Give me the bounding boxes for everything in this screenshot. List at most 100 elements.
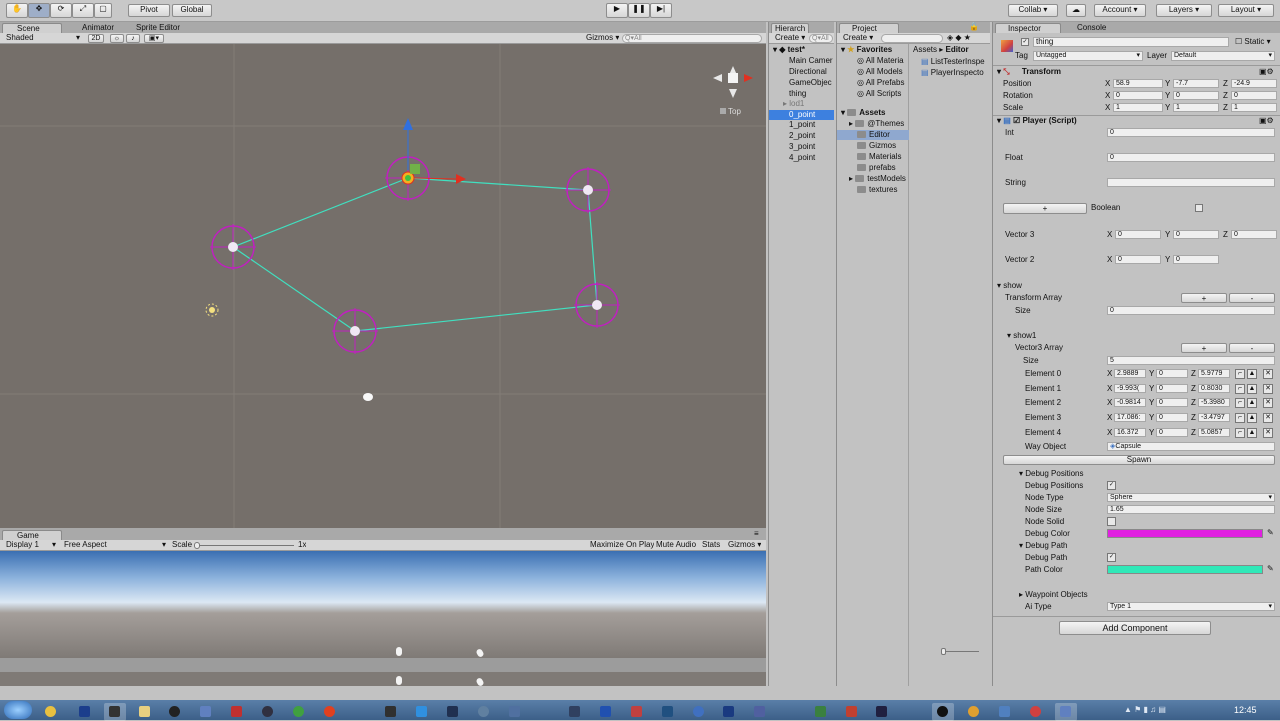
debug-path-checkbox[interactable]: ✓ [1107, 553, 1116, 562]
taskbar-app-icon[interactable] [994, 703, 1016, 721]
tab-project[interactable]: Project [839, 23, 899, 33]
element-insert-button[interactable]: ⌐ [1235, 413, 1245, 423]
element-move-up-button[interactable]: ▲ [1247, 398, 1257, 408]
vector3-array-remove-button[interactable]: - [1229, 343, 1275, 353]
hierarchy-item-thing[interactable]: thing [789, 89, 834, 99]
aspect-dropdown[interactable]: Free Aspect ▾ [64, 540, 168, 550]
element-delete-button[interactable]: ✕ [1263, 384, 1273, 394]
element-insert-button[interactable]: ⌐ [1235, 398, 1245, 408]
hierarchy-item-0-point[interactable]: 0_point [769, 110, 834, 120]
taskbar-app-icon[interactable] [564, 703, 586, 721]
scale-x-field[interactable]: 1 [1113, 103, 1163, 112]
position-x-field[interactable]: 58.9 [1113, 79, 1163, 88]
folder-item-selected[interactable]: Editor [837, 130, 909, 140]
icon-size-slider[interactable] [941, 648, 979, 655]
tab-sprite-editor[interactable]: Sprite Editor [136, 23, 206, 33]
collab-button[interactable]: Collab ▾ [1008, 4, 1058, 17]
element-delete-button[interactable]: ✕ [1263, 369, 1273, 379]
taskbar-app-icon[interactable] [380, 703, 402, 721]
pause-button[interactable]: ❚❚ [628, 3, 650, 18]
rotation-y-field[interactable]: 0 [1173, 91, 1219, 100]
light-icon[interactable] [205, 303, 219, 317]
int-field[interactable]: 0 [1107, 128, 1275, 137]
element-delete-button[interactable]: ✕ [1263, 413, 1273, 423]
taskbar-app-icon[interactable] [411, 703, 433, 721]
add-component-button[interactable]: Add Component [1059, 621, 1211, 635]
element-x-field[interactable]: -9.993( [1114, 384, 1146, 393]
element-move-up-button[interactable]: ▲ [1247, 413, 1257, 423]
maximize-on-play-toggle[interactable]: Maximize On Play [590, 540, 654, 550]
taskbar-app-icon[interactable] [932, 703, 954, 721]
play-button[interactable]: ▶ [606, 3, 628, 18]
taskbar-app-icon[interactable] [718, 703, 740, 721]
taskbar-app-icon[interactable] [841, 703, 863, 721]
waypoint-objects-foldout[interactable]: ▸ Waypoint Objects [1019, 590, 1088, 600]
node-solid-checkbox[interactable] [1107, 517, 1116, 526]
taskbar-app-icon[interactable] [257, 703, 279, 721]
float-field[interactable]: 0 [1107, 153, 1275, 162]
rotation-x-field[interactable]: 0 [1113, 91, 1163, 100]
scene-search-input[interactable]: Q▾All [622, 34, 762, 43]
show-foldout[interactable]: ▾ show [997, 281, 1022, 291]
scale-slider-thumb[interactable] [194, 542, 200, 549]
favorites-header[interactable]: ▾ ★ Favorites [841, 45, 892, 55]
debug-positions-foldout[interactable]: ▾ Debug Positions [1019, 469, 1084, 479]
folder-item[interactable]: Materials [857, 152, 909, 162]
boolean-checkbox[interactable] [1195, 204, 1203, 212]
tab-scene[interactable]: Scene [2, 23, 62, 33]
static-checkbox[interactable]: ☐ [1235, 37, 1242, 46]
element-z-field[interactable]: 5.0857 [1198, 428, 1230, 437]
account-dropdown[interactable]: Account ▾ [1094, 4, 1146, 17]
taskbar-app-icon[interactable] [74, 703, 96, 721]
element-delete-button[interactable]: ✕ [1263, 398, 1273, 408]
cloud-button[interactable]: ☁ [1066, 4, 1086, 17]
folder-item[interactable]: textures [857, 185, 909, 195]
element-insert-button[interactable]: ⌐ [1235, 369, 1245, 379]
project-create-dropdown[interactable]: Create ▾ [843, 33, 873, 43]
element-insert-button[interactable]: ⌐ [1235, 428, 1245, 438]
taskbar-app-icon[interactable] [104, 703, 126, 721]
favorite-item[interactable]: ◎ All Materia [857, 56, 909, 66]
debug-color-swatch[interactable] [1107, 529, 1263, 538]
mute-audio-toggle[interactable]: Mute Audio [656, 540, 696, 550]
tab-game[interactable]: Game [2, 530, 62, 540]
tab-inspector[interactable]: Inspector [995, 23, 1061, 33]
scale-slider[interactable] [194, 542, 294, 549]
taskbar-app-icon[interactable] [195, 703, 217, 721]
tag-dropdown[interactable]: Untagged ▾ [1033, 51, 1143, 61]
component-settings-icon[interactable]: ▣⚙ [1259, 67, 1274, 77]
position-z-field[interactable]: -24.9 [1231, 79, 1277, 88]
eyedropper-icon[interactable]: ✎ [1267, 564, 1274, 574]
assets-header[interactable]: ▾ Assets [841, 108, 886, 118]
vector3-z-field[interactable]: 0 [1231, 230, 1277, 239]
orientation-gizmo[interactable] [713, 66, 753, 98]
scene-viewport[interactable]: Top [0, 44, 766, 528]
taskbar-app-icon[interactable] [810, 703, 832, 721]
scale-tool-button[interactable]: ⤢ [72, 3, 94, 18]
favorite-item[interactable]: ◎ All Prefabs [857, 78, 909, 88]
tab-hierarchy[interactable]: Hierarch [771, 23, 809, 33]
vector3-size-field[interactable]: 5 [1107, 356, 1275, 365]
move-tool-button[interactable]: ✥ [28, 3, 50, 18]
effects-dropdown[interactable]: ▣▾ [144, 34, 164, 43]
folder-item[interactable]: Gizmos [857, 141, 909, 151]
element-z-field[interactable]: 5.9779 [1198, 369, 1230, 378]
hierarchy-item-4-point[interactable]: 4_point [789, 153, 834, 163]
favorite-item[interactable]: ◎ All Scripts [857, 89, 909, 99]
system-tray-icons[interactable]: ▲ ⚑ ▮ ♫ ▤ [1124, 705, 1166, 715]
path-color-swatch[interactable] [1107, 565, 1263, 574]
vector2-y-field[interactable]: 0 [1173, 255, 1219, 264]
hand-tool-button[interactable]: ✋ [6, 3, 28, 18]
2d-toggle[interactable]: 2D [88, 34, 104, 43]
taskbar-app-icon[interactable] [1025, 703, 1047, 721]
step-button[interactable]: ▶| [650, 3, 672, 18]
taskbar-app-icon[interactable] [626, 703, 648, 721]
project-search-input[interactable] [881, 34, 943, 43]
layer-dropdown[interactable]: Default ▾ [1171, 51, 1275, 61]
hierarchy-item-2-point[interactable]: 2_point [789, 131, 834, 141]
scale-y-field[interactable]: 1 [1173, 103, 1219, 112]
string-field[interactable] [1107, 178, 1275, 187]
element-z-field[interactable]: 0.8030 [1198, 384, 1230, 393]
taskbar-app-icon[interactable] [963, 703, 985, 721]
taskbar-app-icon[interactable] [473, 703, 495, 721]
